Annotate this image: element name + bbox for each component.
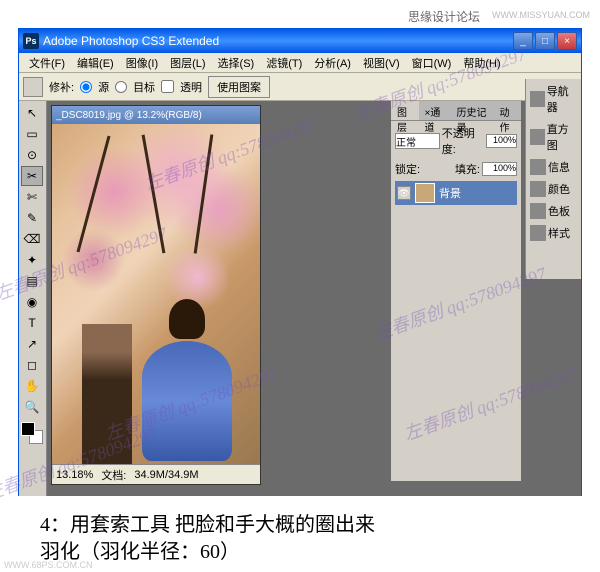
tool-preset-icon[interactable] xyxy=(23,77,43,97)
dock-histogram[interactable]: 直方图 xyxy=(528,119,579,155)
toolbox: ↖ ▭ ⊙ ✂ ✄ ✎ ⌫ ✦ ▤ ◉ T ↗ ◻ ✋ 🔍 xyxy=(19,101,47,496)
opacity-label: 不透明度: xyxy=(442,125,484,157)
forum-url: WWW.MISSYUAN.COM xyxy=(492,10,590,20)
dock-styles[interactable]: 样式 xyxy=(528,223,579,243)
use-pattern-button[interactable]: 使用图案 xyxy=(208,76,270,98)
titlebar[interactable]: Ps Adobe Photoshop CS3 Extended _ □ × xyxy=(19,29,581,53)
menubar: 文件(F) 编辑(E) 图像(I) 图层(L) 选择(S) 滤镜(T) 分析(A… xyxy=(19,53,581,73)
ps-icon: Ps xyxy=(23,33,39,49)
layers-panel: 图层 ×通道 历史记录 动作 正常 不透明度: 100% 锁定: 填充: 100… xyxy=(391,101,521,481)
menu-view[interactable]: 视图(V) xyxy=(357,53,406,73)
radio-source[interactable] xyxy=(80,81,92,93)
window-title: Adobe Photoshop CS3 Extended xyxy=(43,34,513,48)
styles-icon xyxy=(530,225,546,241)
docsize-label: 文档: xyxy=(101,467,126,483)
layer-name: 背景 xyxy=(439,185,461,201)
photoshop-window: Ps Adobe Photoshop CS3 Extended _ □ × 文件… xyxy=(18,28,582,496)
forum-name: 思缘设计论坛 xyxy=(408,8,480,25)
document-canvas[interactable] xyxy=(52,124,260,464)
menu-image[interactable]: 图像(I) xyxy=(120,53,164,73)
path-tool[interactable]: ↗ xyxy=(21,334,43,354)
zoom-tool[interactable]: 🔍 xyxy=(21,397,43,417)
color-swatch[interactable] xyxy=(21,422,43,444)
menu-window[interactable]: 窗口(W) xyxy=(406,53,458,73)
repair-label: 修补: xyxy=(49,79,74,95)
window-controls: _ □ × xyxy=(513,32,577,50)
tab-actions[interactable]: 动作 xyxy=(494,101,522,120)
menu-layer[interactable]: 图层(L) xyxy=(164,53,211,73)
layer-thumbnail[interactable] xyxy=(415,183,435,203)
zoom-value[interactable]: 13.18% xyxy=(56,469,93,481)
opacity-input[interactable]: 100% xyxy=(486,134,517,148)
menu-edit[interactable]: 编辑(E) xyxy=(71,53,120,73)
layer-row[interactable]: 👁 背景 xyxy=(395,181,517,205)
image-content xyxy=(142,304,232,464)
dock-swatches[interactable]: 色板 xyxy=(528,201,579,221)
menu-help[interactable]: 帮助(H) xyxy=(457,53,506,73)
image-content xyxy=(82,324,132,464)
move-tool[interactable]: ↖ xyxy=(21,103,43,123)
swatches-icon xyxy=(530,203,546,219)
lasso-tool[interactable]: ⊙ xyxy=(21,145,43,165)
workspace: ↖ ▭ ⊙ ✂ ✄ ✎ ⌫ ✦ ▤ ◉ T ↗ ◻ ✋ 🔍 _DSC8019.j… xyxy=(19,101,581,496)
panel-tabs: 图层 ×通道 历史记录 动作 xyxy=(391,101,521,121)
dock-color[interactable]: 颜色 xyxy=(528,179,579,199)
crop-tool[interactable]: ✄ xyxy=(21,187,43,207)
options-bar: 修补: 源 目标 透明 使用图案 xyxy=(19,73,581,101)
hand-tool[interactable]: ✋ xyxy=(21,376,43,396)
menu-analysis[interactable]: 分析(A) xyxy=(308,53,357,73)
fill-input[interactable]: 100% xyxy=(482,162,517,176)
lock-label: 锁定: xyxy=(395,161,420,177)
radio-dest[interactable] xyxy=(115,81,127,93)
docsize-value: 34.9M/34.9M xyxy=(134,469,198,481)
radio-dest-label: 目标 xyxy=(133,79,155,95)
panel-body: 正常 不透明度: 100% 锁定: 填充: 100% 👁 背景 xyxy=(391,121,521,481)
radio-source-label: 源 xyxy=(98,79,109,95)
document-title[interactable]: _DSC8019.jpg @ 13.2%(RGB/8) xyxy=(52,106,260,124)
histogram-icon xyxy=(530,129,545,145)
patch-tool[interactable]: ✂ xyxy=(21,166,43,186)
dock-navigator[interactable]: 导航器 xyxy=(528,81,579,117)
menu-filter[interactable]: 滤镜(T) xyxy=(260,53,308,73)
foreground-color[interactable] xyxy=(21,422,35,436)
visibility-icon[interactable]: 👁 xyxy=(397,186,411,200)
tab-channels[interactable]: ×通道 xyxy=(419,101,451,120)
brush-tool[interactable]: ✎ xyxy=(21,208,43,228)
right-dock: 导航器 直方图 信息 颜色 色板 样式 xyxy=(525,79,581,279)
menu-select[interactable]: 选择(S) xyxy=(212,53,261,73)
fill-label: 填充: xyxy=(455,161,480,177)
close-button[interactable]: × xyxy=(557,32,577,50)
menu-file[interactable]: 文件(F) xyxy=(23,53,71,73)
type-tool[interactable]: T xyxy=(21,313,43,333)
check-transparent[interactable] xyxy=(161,80,174,93)
footer-url: WWW.68PS.COM.CN xyxy=(4,560,93,570)
maximize-button[interactable]: □ xyxy=(535,32,555,50)
document-statusbar: 13.18% 文档: 34.9M/34.9M xyxy=(52,464,260,484)
color-icon xyxy=(530,181,546,197)
tab-history[interactable]: 历史记录 xyxy=(451,101,494,120)
tab-layers[interactable]: 图层 xyxy=(391,101,419,120)
document-window: _DSC8019.jpg @ 13.2%(RGB/8) 13.18% 文档 xyxy=(51,105,261,485)
dodge-tool[interactable]: ◉ xyxy=(21,292,43,312)
eraser-tool[interactable]: ⌫ xyxy=(21,229,43,249)
check-transparent-label: 透明 xyxy=(180,79,202,95)
gradient-tool[interactable]: ▤ xyxy=(21,271,43,291)
navigator-icon xyxy=(530,91,545,107)
marquee-tool[interactable]: ▭ xyxy=(21,124,43,144)
dock-info[interactable]: 信息 xyxy=(528,157,579,177)
info-icon xyxy=(530,159,546,175)
instruction-line1: 4：用套索工具 把脸和手大概的圈出来 xyxy=(40,508,375,537)
shape-tool[interactable]: ◻ xyxy=(21,355,43,375)
minimize-button[interactable]: _ xyxy=(513,32,533,50)
clone-tool[interactable]: ✦ xyxy=(21,250,43,270)
blend-mode-select[interactable]: 正常 xyxy=(395,133,440,149)
